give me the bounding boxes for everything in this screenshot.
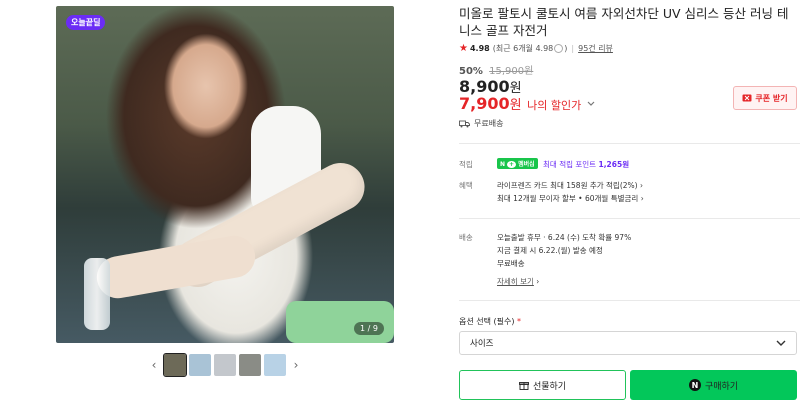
product-photo: [56, 6, 394, 343]
delivery-label: 배송: [459, 233, 473, 242]
points-label: 적립: [459, 160, 473, 169]
section-divider: [459, 218, 800, 219]
shipping-text: 무료배송: [474, 119, 504, 128]
thumbnail-3[interactable]: [214, 354, 236, 376]
product-image-gallery[interactable]: 오늘끝딜 1 / 9: [56, 6, 394, 343]
chevron-right-icon: ›: [639, 181, 643, 190]
coupon-button-label: 쿠폰 받기: [755, 93, 788, 103]
thumbnail-2[interactable]: [189, 354, 211, 376]
today-deal-badge: 오늘끝딜: [66, 15, 106, 30]
chevron-right-icon: ›: [536, 277, 540, 286]
review-count-link[interactable]: 95건 리뷰: [578, 43, 613, 54]
discount-rate: 50%: [459, 66, 483, 77]
delivery-line-3: 무료배송: [497, 259, 525, 268]
thumbnail-1[interactable]: [163, 353, 187, 377]
naverpay-icon: N: [688, 379, 701, 391]
section-divider: [459, 300, 800, 301]
image-counter: 1 / 9: [354, 322, 384, 335]
prev-arrow-icon[interactable]: ‹: [147, 358, 161, 372]
coupon-button[interactable]: 쿠폰 받기: [733, 86, 797, 110]
chevron-right-icon: ›: [640, 194, 644, 203]
gift-button[interactable]: 선물하기: [459, 370, 626, 400]
my-discount-price[interactable]: 7,900원 나의 할인가: [459, 94, 595, 113]
delivery-line-2: 지금 결제 시 6.22.(월) 발송 예정: [497, 246, 603, 255]
photo-arm-sleeve-lower: [93, 232, 259, 302]
size-select-value: 사이즈: [470, 339, 494, 349]
truck-icon: [459, 120, 470, 127]
divider: |: [571, 44, 575, 53]
discount-row: 50% 15,900원: [459, 62, 533, 77]
delivery-more-link[interactable]: 자세히 보기 ›: [497, 276, 539, 287]
size-select[interactable]: 사이즈: [459, 331, 797, 355]
thumbnail-5[interactable]: [264, 354, 286, 376]
points-row: N + 멤버십 최대 적립 포인트 1,265원: [497, 158, 629, 170]
rating-recent-close: ): [564, 44, 568, 53]
required-mark: *: [517, 317, 522, 326]
points-text: 최대 적립 포인트: [543, 160, 597, 169]
option-label: 옵션 선택 (필수) *: [459, 317, 522, 326]
rating-recent: (최근 6개월 4.98: [492, 44, 554, 53]
points-value: 1,265원: [598, 160, 630, 169]
naverpay-membership-badge: N + 멤버십: [497, 158, 538, 169]
my-price-value: 7,900: [459, 94, 510, 113]
rating-row: ★ 4.98 (최근 6개월 4.98 ) | 95건 리뷰: [459, 43, 613, 54]
section-divider: [459, 143, 800, 144]
chevron-down-icon: [587, 101, 595, 106]
original-price: 15,900원: [489, 66, 534, 77]
star-icon: ★: [459, 43, 468, 54]
thumbnail-strip: ‹ ›: [147, 353, 303, 377]
coupon-icon: [742, 94, 752, 102]
product-title: 미올로 팔토시 쿨토시 여름 자외선차단 UV 심리스 등산 러닝 테니스 골프…: [459, 6, 789, 38]
my-price-label: 나의 할인가: [527, 99, 582, 112]
next-arrow-icon[interactable]: ›: [289, 358, 303, 372]
info-icon[interactable]: [554, 44, 564, 53]
chevron-down-icon: [776, 340, 786, 346]
photo-bottle: [84, 258, 110, 330]
gift-button-label: 선물하기: [532, 381, 567, 392]
buy-button[interactable]: N 구매하기: [630, 370, 797, 400]
delivery-line-1: 오늘출발 휴무 · 6.24 (수) 도착 확률 97%: [497, 233, 632, 242]
rating-score: 4.98: [469, 44, 490, 53]
promo-label: 혜택: [459, 181, 473, 190]
promo-line-1[interactable]: 라이프렌즈 카드 최대 158원 추가 적립(2%) ›: [497, 180, 643, 191]
my-price-unit: 원: [509, 98, 522, 113]
shipping-row: 무료배송: [459, 118, 503, 129]
thumbnail-4[interactable]: [239, 354, 261, 376]
buy-button-label: 구매하기: [704, 381, 739, 392]
promo-line-2[interactable]: 최대 12개월 무이자 할부 • 60개월 특별금리 ›: [497, 193, 644, 204]
